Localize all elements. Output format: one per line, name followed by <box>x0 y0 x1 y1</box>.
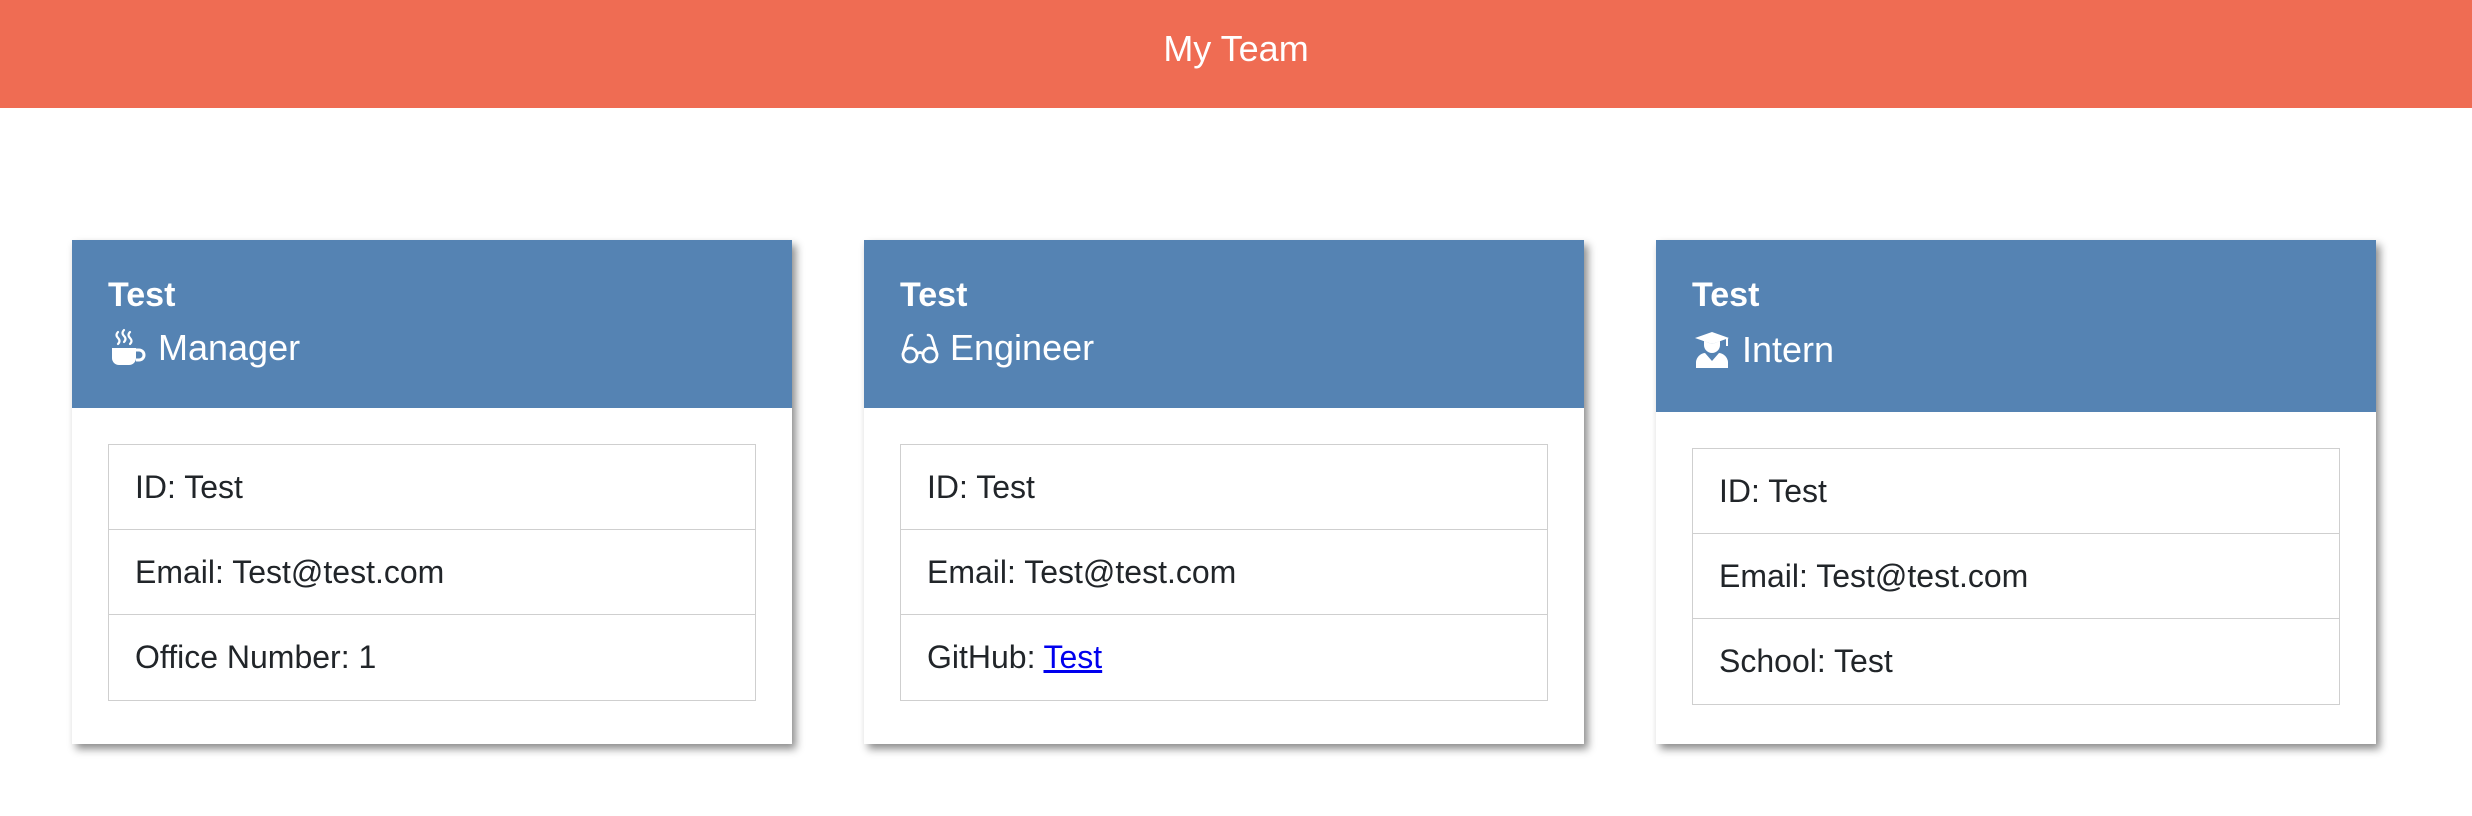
employee-name: Test <box>1692 276 1760 314</box>
github-link[interactable]: Test <box>1043 639 1102 676</box>
employee-role: Intern <box>1692 330 2340 370</box>
employee-card-manager: Test Manager ID: Test Email: Test@test.c… <box>72 240 792 744</box>
list-item-id: ID: Test <box>1693 449 2339 534</box>
employee-name: Test <box>900 276 968 314</box>
list-item-id: ID: Test <box>901 445 1547 530</box>
glasses-icon <box>900 328 940 368</box>
user-graduate-icon <box>1692 330 1732 370</box>
employee-details-list: ID: Test Email: Test@test.com GitHub: Te… <box>900 444 1548 701</box>
card-header: Test Manager <box>72 240 792 408</box>
list-item-email: Email: Test@test.com <box>1693 534 2339 619</box>
list-item-id: ID: Test <box>109 445 755 530</box>
list-item-email: Email: Test@test.com <box>109 530 755 615</box>
employee-details-list: ID: Test Email: Test@test.com Office Num… <box>108 444 756 701</box>
employee-role: Engineer <box>900 328 1548 368</box>
github-label: GitHub: <box>927 639 1036 675</box>
role-label: Engineer <box>950 327 1095 368</box>
list-item-school: School: Test <box>1719 643 1893 679</box>
employee-role: Manager <box>108 328 756 368</box>
card-header: Test Intern <box>1656 240 2376 412</box>
card-header: Test Engineer <box>864 240 1584 408</box>
role-label: Intern <box>1742 329 1835 370</box>
employee-card-intern: Test Intern ID: Test Email: Test@test.co… <box>1656 240 2376 744</box>
list-item-github: GitHub: Test <box>901 615 1547 700</box>
page-header: My Team <box>0 0 2472 108</box>
employee-details-list: ID: Test Email: Test@test.com School: Te… <box>1692 448 2340 705</box>
employee-name: Test <box>108 276 176 314</box>
list-item-office-number: Office Number: 1 <box>135 639 377 675</box>
page-title: My Team <box>1163 28 1309 69</box>
list-item-email: Email: Test@test.com <box>901 530 1547 615</box>
role-label: Manager <box>158 327 301 368</box>
employee-card-engineer: Test Engineer ID: Test Email: Test@test.… <box>864 240 1584 744</box>
mug-hot-icon <box>108 328 148 368</box>
